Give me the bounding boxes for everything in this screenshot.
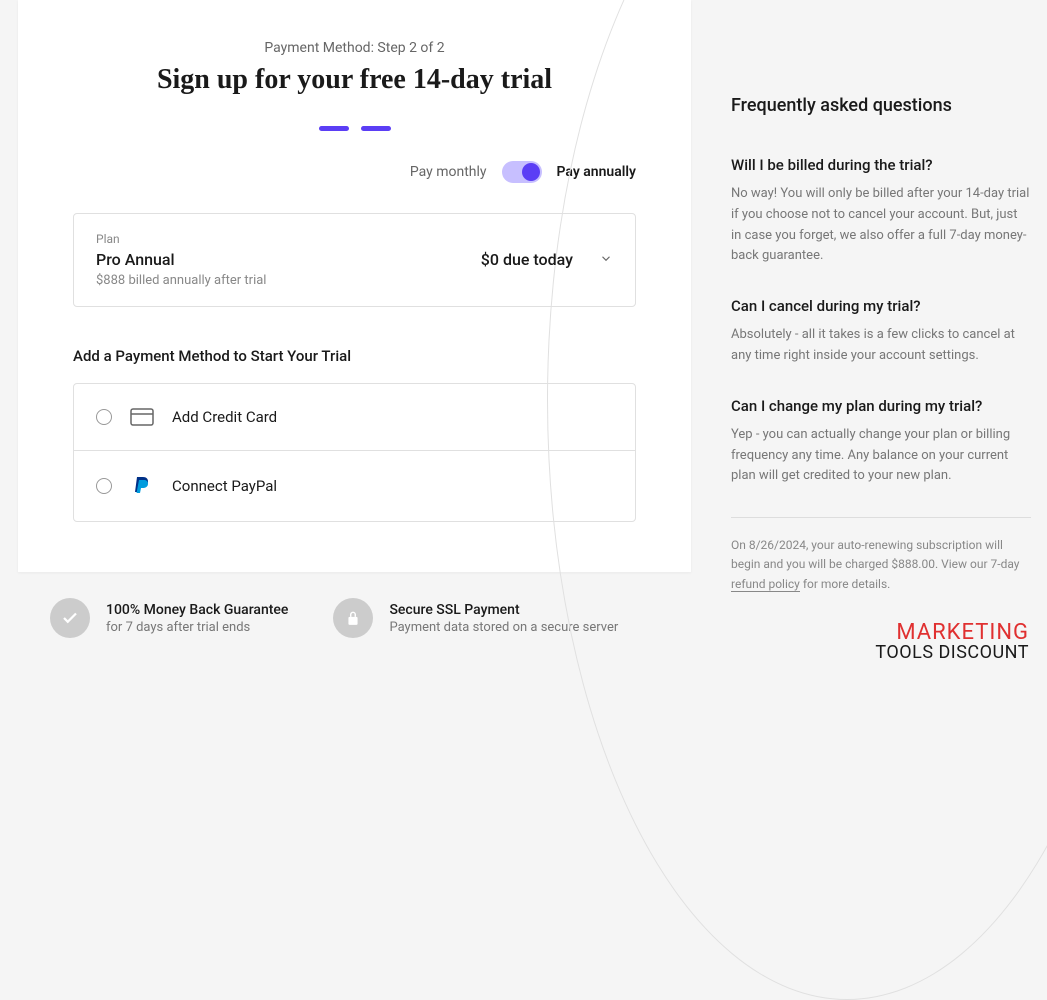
payment-method-list: Add Credit Card Connect PayPal — [73, 383, 636, 522]
radio-unchecked — [96, 409, 112, 425]
progress-indicator — [73, 126, 636, 131]
faq-item: Will I be billed during the trial? No wa… — [731, 156, 1031, 267]
chevron-down-icon — [599, 251, 613, 270]
plan-name: Pro Annual — [96, 250, 175, 269]
progress-dash — [319, 126, 349, 131]
faq-item: Can I change my plan during my trial? Ye… — [731, 397, 1031, 487]
trust-badges: 100% Money Back Guarantee for 7 days aft… — [50, 598, 691, 638]
plan-billing-note: $888 billed annually after trial — [96, 273, 613, 288]
faq-heading: Frequently asked questions — [731, 95, 1031, 116]
fine-print: On 8/26/2024, your auto-renewing subscri… — [731, 536, 1031, 594]
badge-sub: for 7 days after trial ends — [106, 620, 288, 635]
checkout-card: Payment Method: Step 2 of 2 Sign up for … — [18, 0, 691, 572]
faq-item: Can I cancel during my trial? Absolutely… — [731, 297, 1031, 367]
payment-option-credit-card[interactable]: Add Credit Card — [74, 384, 635, 450]
faq-question: Can I cancel during my trial? — [731, 297, 1031, 315]
paypal-label: Connect PayPal — [172, 477, 277, 495]
pay-monthly-label[interactable]: Pay monthly — [410, 164, 487, 180]
logo-line-2: TOOLS DISCOUNT — [875, 644, 1029, 662]
check-icon — [50, 598, 90, 638]
plan-selector[interactable]: Plan Pro Annual $0 due today $888 billed… — [73, 213, 636, 307]
plan-price-today: $0 due today — [481, 250, 573, 269]
divider — [731, 517, 1031, 518]
credit-card-icon — [130, 408, 154, 426]
billing-toggle-row: Pay monthly Pay annually — [73, 161, 636, 183]
page-title: Sign up for your free 14-day trial — [73, 64, 636, 96]
fine-print-text: for more details. — [800, 577, 890, 591]
fine-print-text: On 8/26/2024, your auto-renewing subscri… — [731, 538, 1019, 571]
billing-toggle[interactable] — [502, 161, 542, 183]
toggle-knob — [522, 163, 540, 181]
lock-icon — [333, 598, 373, 638]
faq-answer: No way! You will only be billed after yo… — [731, 184, 1031, 267]
payment-section-title: Add a Payment Method to Start Your Trial — [73, 347, 636, 365]
badge-sub: Payment data stored on a secure server — [389, 620, 618, 635]
paypal-icon — [130, 475, 154, 497]
progress-dash — [361, 126, 391, 131]
ssl-badge: Secure SSL Payment Payment data stored o… — [333, 598, 618, 638]
faq-sidebar: Frequently asked questions Will I be bil… — [731, 0, 1031, 638]
step-indicator: Payment Method: Step 2 of 2 — [73, 40, 636, 56]
credit-card-label: Add Credit Card — [172, 408, 277, 426]
pay-annually-label[interactable]: Pay annually — [557, 164, 636, 180]
plan-field-label: Plan — [96, 232, 613, 246]
badge-title: Secure SSL Payment — [389, 602, 618, 618]
money-back-badge: 100% Money Back Guarantee for 7 days aft… — [50, 598, 288, 638]
payment-option-paypal[interactable]: Connect PayPal — [74, 450, 635, 521]
plan-row: Pro Annual $0 due today — [96, 250, 613, 269]
faq-question: Can I change my plan during my trial? — [731, 397, 1031, 415]
faq-answer: Yep - you can actually change your plan … — [731, 425, 1031, 487]
faq-question: Will I be billed during the trial? — [731, 156, 1031, 174]
faq-answer: Absolutely - all it takes is a few click… — [731, 325, 1031, 367]
badge-title: 100% Money Back Guarantee — [106, 602, 288, 618]
refund-policy-link[interactable]: refund policy — [731, 577, 800, 592]
radio-unchecked — [96, 478, 112, 494]
